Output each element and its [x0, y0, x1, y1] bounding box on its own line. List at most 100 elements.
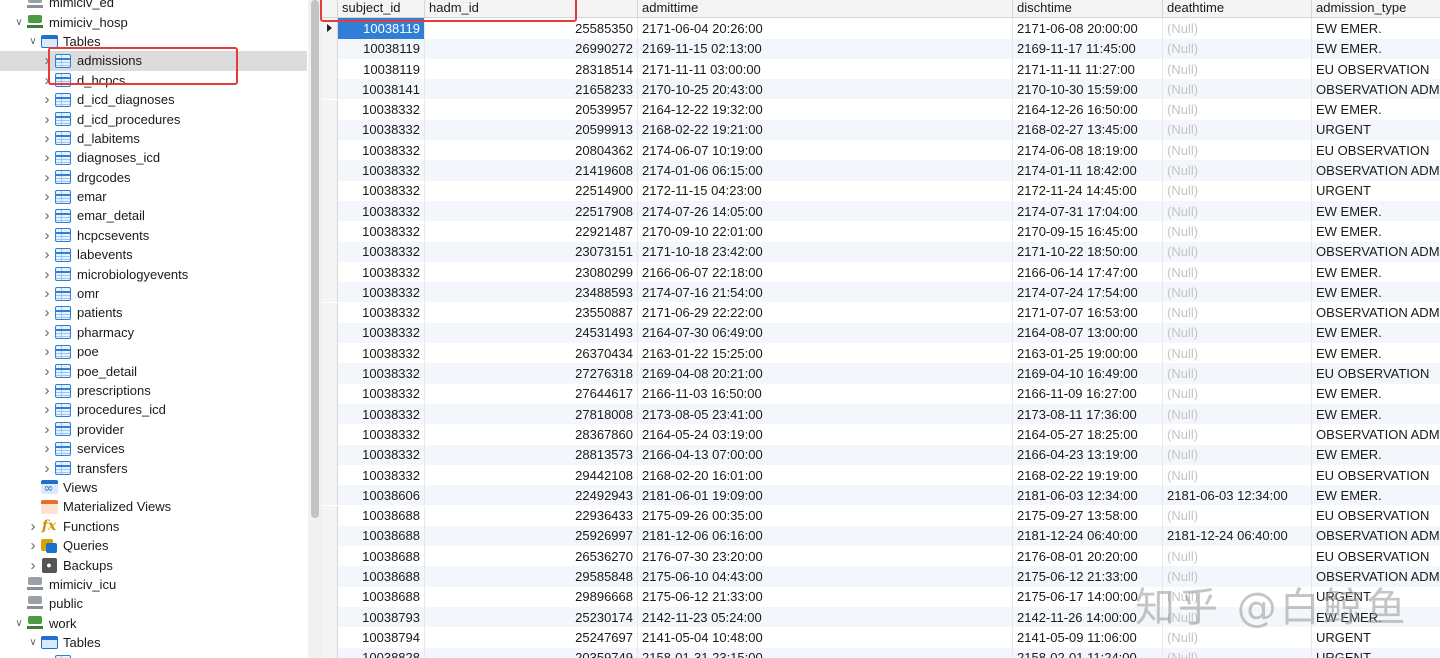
- table-row[interactable]: 10038332 23550887 2171-06-29 22:22:00 2171-…: [322, 302, 1440, 323]
- table-row[interactable]: 10038332 22921487 2170-09-10 22:01:00 2170-…: [322, 221, 1440, 242]
- cell-hadm-id[interactable]: 23488593: [425, 282, 638, 303]
- row-indicator[interactable]: [322, 647, 338, 658]
- chevron-right-icon[interactable]: ›: [40, 52, 54, 69]
- cell-subject-id[interactable]: 10038688: [338, 505, 425, 526]
- cell-dischtime[interactable]: 2171-10-22 18:50:00: [1013, 241, 1163, 262]
- table-row[interactable]: 10038332 22517908 2174-07-26 14:05:00 2174-…: [322, 201, 1440, 222]
- sidebar-scrollbar[interactable]: [308, 0, 322, 658]
- cell-admittime[interactable]: 2174-01-06 06:15:00: [638, 160, 1013, 181]
- row-indicator[interactable]: [322, 343, 338, 364]
- chevron-right-icon[interactable]: ›: [40, 304, 54, 321]
- cell-dischtime[interactable]: 2166-11-09 16:27:00: [1013, 383, 1163, 404]
- chevron-right-icon[interactable]: ›: [40, 207, 54, 224]
- tree-item-poe[interactable]: › poe: [0, 342, 307, 361]
- cell-hadm-id[interactable]: 22492943: [425, 485, 638, 506]
- table-row[interactable]: 10038332 27818008 2173-08-05 23:41:00 2173-…: [322, 404, 1440, 425]
- cell-admittime[interactable]: 2164-05-24 03:19:00: [638, 424, 1013, 445]
- row-indicator[interactable]: [322, 261, 338, 283]
- cell-admission-type[interactable]: EU OBSERVATION: [1312, 59, 1440, 79]
- cell-admittime[interactable]: 2169-11-15 02:13:00: [638, 38, 1013, 59]
- table-row[interactable]: 10038828 20359749 2158-01-31 23:15:00 2158-…: [322, 647, 1440, 658]
- tree-item-patients[interactable]: › patients: [0, 303, 307, 322]
- table-row[interactable]: 10038141 21658233 2170-10-25 20:43:00 2170-…: [322, 79, 1440, 100]
- column-header-admission-type[interactable]: admission_type: [1312, 0, 1440, 17]
- cell-hadm-id[interactable]: 26990272: [425, 38, 638, 59]
- chevron-right-icon[interactable]: ›: [40, 111, 54, 128]
- tree-item-diagnoses-icd[interactable]: › diagnoses_icd: [0, 148, 307, 167]
- cell-deathtime[interactable]: (Null): [1163, 119, 1312, 141]
- chevron-right-icon[interactable]: ›: [40, 460, 54, 477]
- cell-dischtime[interactable]: 2171-07-07 16:53:00: [1013, 302, 1163, 323]
- cell-admission-type[interactable]: OBSERVATION ADMI: [1312, 160, 1440, 180]
- cell-admittime[interactable]: 2174-07-26 14:05:00: [638, 201, 1013, 222]
- cell-hadm-id[interactable]: 29442108: [425, 464, 638, 486]
- cell-admittime[interactable]: 2173-08-05 23:41:00: [638, 404, 1013, 425]
- row-indicator[interactable]: [322, 38, 338, 59]
- row-indicator[interactable]: [322, 119, 338, 141]
- cell-hadm-id[interactable]: 21658233: [425, 79, 638, 100]
- cell-admittime[interactable]: 2164-12-22 19:32:00: [638, 99, 1013, 120]
- cell-deathtime[interactable]: (Null): [1163, 586, 1312, 607]
- tree-item-d-labitems[interactable]: › d_labitems: [0, 129, 307, 148]
- chevron-right-icon[interactable]: ›: [40, 266, 54, 283]
- tree-item-views[interactable]: Views: [0, 478, 307, 497]
- table-row[interactable]: 10038332 27644617 2166-11-03 16:50:00 2166-…: [322, 383, 1440, 404]
- cell-deathtime[interactable]: (Null): [1163, 546, 1312, 567]
- column-header-admittime[interactable]: admittime: [638, 0, 1013, 18]
- cell-hadm-id[interactable]: 27276318: [425, 363, 638, 384]
- table-row[interactable]: 10038688 22936433 2175-09-26 00:35:00 2175-…: [322, 505, 1440, 526]
- cell-deathtime[interactable]: (Null): [1163, 383, 1312, 404]
- cell-dischtime[interactable]: 2168-02-22 19:19:00: [1013, 464, 1163, 486]
- cell-admittime[interactable]: 2171-10-18 23:42:00: [638, 241, 1013, 262]
- cell-deathtime[interactable]: 2181-12-24 06:40:00: [1163, 525, 1312, 547]
- cell-subject-id[interactable]: 10038688: [338, 525, 425, 547]
- cell-admission-type[interactable]: EU OBSERVATION: [1312, 465, 1440, 485]
- cell-deathtime[interactable]: (Null): [1163, 647, 1312, 658]
- cell-subject-id[interactable]: 10038332: [338, 282, 425, 303]
- cell-deathtime[interactable]: (Null): [1163, 282, 1312, 303]
- cell-deathtime[interactable]: (Null): [1163, 140, 1312, 161]
- cell-dischtime[interactable]: 2164-08-07 13:00:00: [1013, 322, 1163, 344]
- cell-dischtime[interactable]: 2174-01-11 18:42:00: [1013, 160, 1163, 181]
- cell-subject-id[interactable]: 10038332: [338, 99, 425, 120]
- row-indicator[interactable]: [322, 424, 338, 445]
- cell-admission-type[interactable]: URGENT: [1312, 120, 1440, 140]
- row-indicator[interactable]: [322, 241, 338, 262]
- cell-hadm-id[interactable]: 24531493: [425, 322, 638, 344]
- cell-hadm-id[interactable]: 22514900: [425, 180, 638, 201]
- row-indicator[interactable]: [322, 322, 338, 344]
- cell-deathtime[interactable]: (Null): [1163, 607, 1312, 628]
- tree-item-omr[interactable]: › omr: [0, 284, 307, 303]
- tree-item-d-icd-diagnoses[interactable]: › d_icd_diagnoses: [0, 90, 307, 109]
- cell-dischtime[interactable]: 2170-10-30 15:59:00: [1013, 79, 1163, 100]
- table-row[interactable]: 10038332 23073151 2171-10-18 23:42:00 2171-…: [322, 241, 1440, 262]
- cell-subject-id[interactable]: 10038688: [338, 566, 425, 587]
- cell-admission-type[interactable]: EW EMER.: [1312, 445, 1440, 465]
- cell-admittime[interactable]: 2168-02-22 19:21:00: [638, 119, 1013, 141]
- tree-item-mimiciv-hosp[interactable]: ∨ mimiciv_hosp: [0, 12, 307, 31]
- cell-dischtime[interactable]: 2181-06-03 12:34:00: [1013, 485, 1163, 506]
- table-row[interactable]: 10038332 27276318 2169-04-08 20:21:00 2169-…: [322, 363, 1440, 384]
- cell-admittime[interactable]: 2164-07-30 06:49:00: [638, 322, 1013, 344]
- chevron-right-icon[interactable]: ›: [40, 324, 54, 341]
- tree-item-labevents[interactable]: › labevents: [0, 245, 307, 264]
- cell-deathtime[interactable]: 2181-06-03 12:34:00: [1163, 485, 1312, 506]
- cell-hadm-id[interactable]: 28367860: [425, 424, 638, 445]
- table-row[interactable]: 10038332 24531493 2164-07-30 06:49:00 2164-…: [322, 322, 1440, 344]
- cell-subject-id[interactable]: 10038332: [338, 343, 425, 364]
- chevron-right-icon[interactable]: ›: [40, 421, 54, 438]
- chevron-right-icon[interactable]: ›: [40, 72, 54, 89]
- chevron-right-icon[interactable]: ›: [26, 518, 40, 535]
- tree-item-materialized-views[interactable]: Materialized Views: [0, 497, 307, 516]
- cell-dischtime[interactable]: 2174-07-24 17:54:00: [1013, 282, 1163, 303]
- cell-admission-type[interactable]: EW EMER.: [1312, 282, 1440, 302]
- cell-admission-type[interactable]: OBSERVATION ADMI: [1312, 526, 1440, 546]
- cell-subject-id[interactable]: 10038793: [338, 607, 425, 628]
- cell-dischtime[interactable]: 2174-07-31 17:04:00: [1013, 201, 1163, 222]
- cell-hadm-id[interactable]: 22921487: [425, 221, 638, 242]
- cell-subject-id[interactable]: 10038332: [338, 140, 425, 161]
- row-indicator[interactable]: [322, 18, 338, 39]
- cell-admission-type[interactable]: OBSERVATION ADMI: [1312, 79, 1440, 99]
- cell-admittime[interactable]: 2142-11-23 05:24:00: [638, 607, 1013, 628]
- cell-dischtime[interactable]: 2171-11-11 11:27:00: [1013, 58, 1163, 80]
